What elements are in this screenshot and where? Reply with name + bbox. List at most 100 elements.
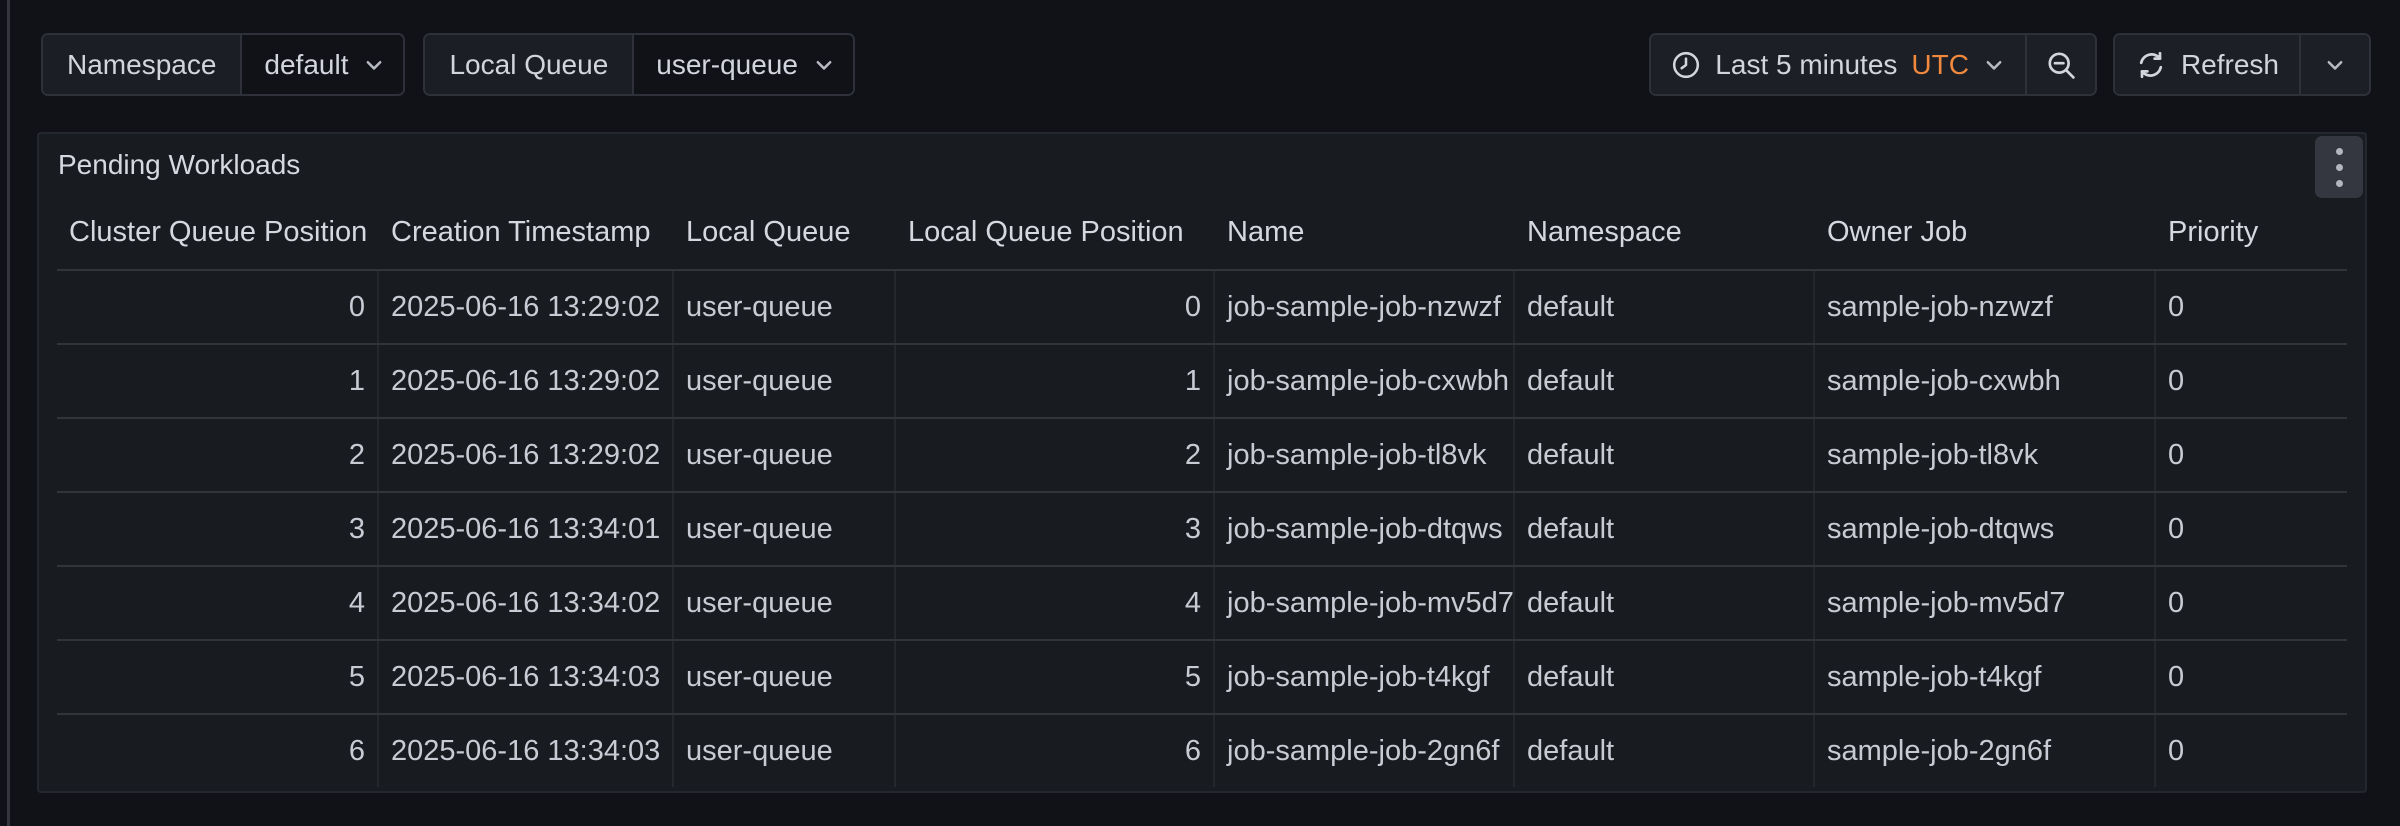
cell-local-queue-position: 0	[896, 271, 1215, 343]
namespace-variable-select[interactable]: default	[240, 35, 403, 94]
cell-namespace: default	[1515, 345, 1815, 417]
cell-local-queue: user-queue	[674, 715, 896, 787]
time-range-label: Last 5 minutes	[1715, 49, 1897, 81]
table-row: 22025-06-16 13:29:02user-queue2job-sampl…	[57, 417, 2347, 491]
cell-local-queue: user-queue	[674, 345, 896, 417]
refresh-group: Refresh	[2113, 33, 2371, 96]
namespace-variable-label-text: Namespace	[67, 49, 216, 81]
cell-cluster-queue-position: 3	[57, 493, 379, 565]
column-header-creation-timestamp[interactable]: Creation Timestamp	[379, 196, 674, 269]
cell-name: job-sample-job-dtqws	[1215, 493, 1515, 565]
cell-local-queue-position: 5	[896, 641, 1215, 713]
localqueue-variable-select[interactable]: user-queue	[632, 35, 853, 94]
cell-priority: 0	[2156, 493, 2347, 565]
column-header-cluster-queue-position[interactable]: Cluster Queue Position	[57, 196, 379, 269]
panel-menu-button[interactable]	[2315, 136, 2363, 198]
cell-local-queue-position: 4	[896, 567, 1215, 639]
refresh-sync-icon	[2135, 49, 2167, 81]
cell-local-queue: user-queue	[674, 271, 896, 343]
cell-namespace: default	[1515, 567, 1815, 639]
pending-workloads-table: Cluster Queue PositionCreation Timestamp…	[57, 196, 2347, 787]
cell-local-queue: user-queue	[674, 419, 896, 491]
kebab-menu-icon	[2336, 148, 2343, 155]
cell-owner-job: sample-job-dtqws	[1815, 493, 2156, 565]
cell-creation-timestamp: 2025-06-16 13:29:02	[379, 419, 674, 491]
cell-priority: 0	[2156, 345, 2347, 417]
cell-name: job-sample-job-tl8vk	[1215, 419, 1515, 491]
cell-owner-job: sample-job-t4kgf	[1815, 641, 2156, 713]
chevron-down-icon	[363, 54, 385, 76]
cell-creation-timestamp: 2025-06-16 13:34:03	[379, 715, 674, 787]
table-body: 02025-06-16 13:29:02user-queue0job-sampl…	[57, 269, 2347, 787]
timezone-label: UTC	[1911, 49, 1969, 81]
table-row: 52025-06-16 13:34:03user-queue5job-sampl…	[57, 639, 2347, 713]
time-picker-group: Last 5 minutes UTC	[1649, 33, 2097, 96]
cell-name: job-sample-job-cxwbh	[1215, 345, 1515, 417]
cell-owner-job: sample-job-tl8vk	[1815, 419, 2156, 491]
column-header-owner-job[interactable]: Owner Job	[1815, 196, 2156, 269]
cell-creation-timestamp: 2025-06-16 13:29:02	[379, 271, 674, 343]
cell-priority: 0	[2156, 715, 2347, 787]
column-header-priority[interactable]: Priority	[2156, 196, 2347, 269]
cell-namespace: default	[1515, 715, 1815, 787]
cell-creation-timestamp: 2025-06-16 13:34:01	[379, 493, 674, 565]
table-header-row: Cluster Queue PositionCreation Timestamp…	[57, 196, 2347, 269]
column-header-namespace[interactable]: Namespace	[1515, 196, 1815, 269]
localqueue-variable: Local Queue user-queue	[423, 33, 854, 96]
table-row: 62025-06-16 13:34:03user-queue6job-sampl…	[57, 713, 2347, 787]
cell-name: job-sample-job-t4kgf	[1215, 641, 1515, 713]
cell-name: job-sample-job-mv5d7	[1215, 567, 1515, 639]
cell-priority: 0	[2156, 641, 2347, 713]
variable-controls: Namespace default Local Queue user-queue	[41, 33, 855, 96]
cell-owner-job: sample-job-nzwzf	[1815, 271, 2156, 343]
refresh-button[interactable]: Refresh	[2115, 35, 2299, 94]
cell-owner-job: sample-job-mv5d7	[1815, 567, 2156, 639]
time-picker-button[interactable]: Last 5 minutes UTC	[1651, 35, 2025, 94]
table-row: 42025-06-16 13:34:02user-queue4job-sampl…	[57, 565, 2347, 639]
cell-local-queue-position: 3	[896, 493, 1215, 565]
chevron-down-icon	[1983, 54, 2005, 76]
cell-cluster-queue-position: 6	[57, 715, 379, 787]
cell-local-queue: user-queue	[674, 567, 896, 639]
clock-icon	[1671, 50, 1701, 80]
localqueue-variable-label: Local Queue	[425, 35, 632, 94]
column-header-name[interactable]: Name	[1215, 196, 1515, 269]
namespace-variable-label: Namespace	[43, 35, 240, 94]
cell-creation-timestamp: 2025-06-16 13:34:02	[379, 567, 674, 639]
cell-namespace: default	[1515, 493, 1815, 565]
column-header-local-queue-position[interactable]: Local Queue Position	[896, 196, 1215, 269]
cell-local-queue: user-queue	[674, 641, 896, 713]
column-header-local-queue[interactable]: Local Queue	[674, 196, 896, 269]
grafana-dashboard: Namespace default Local Queue user-queue	[0, 0, 2400, 826]
time-zoom-out-button[interactable]	[2025, 35, 2095, 94]
kebab-menu-icon	[2336, 180, 2343, 187]
cell-local-queue-position: 6	[896, 715, 1215, 787]
namespace-variable: Namespace default	[41, 33, 405, 96]
cell-namespace: default	[1515, 271, 1815, 343]
cell-cluster-queue-position: 0	[57, 271, 379, 343]
cell-cluster-queue-position: 5	[57, 641, 379, 713]
table-row: 32025-06-16 13:34:01user-queue3job-sampl…	[57, 491, 2347, 565]
time-controls: Last 5 minutes UTC	[1649, 33, 2371, 96]
localqueue-variable-label-text: Local Queue	[449, 49, 608, 81]
cell-priority: 0	[2156, 271, 2347, 343]
table-row: 12025-06-16 13:29:02user-queue1job-sampl…	[57, 343, 2347, 417]
panel-header: Pending Workloads	[39, 134, 2365, 196]
cell-name: job-sample-job-2gn6f	[1215, 715, 1515, 787]
cell-local-queue: user-queue	[674, 493, 896, 565]
chevron-down-icon	[2324, 54, 2346, 76]
cell-owner-job: sample-job-2gn6f	[1815, 715, 2156, 787]
cell-name: job-sample-job-nzwzf	[1215, 271, 1515, 343]
cell-cluster-queue-position: 4	[57, 567, 379, 639]
pending-workloads-panel: Pending Workloads Cluster Queue Position…	[37, 132, 2367, 793]
refresh-interval-dropdown[interactable]	[2299, 35, 2369, 94]
cell-cluster-queue-position: 2	[57, 419, 379, 491]
cell-local-queue-position: 1	[896, 345, 1215, 417]
table-row: 02025-06-16 13:29:02user-queue0job-sampl…	[57, 269, 2347, 343]
refresh-button-label: Refresh	[2181, 49, 2279, 81]
panel-title[interactable]: Pending Workloads	[58, 149, 300, 181]
kebab-menu-icon	[2336, 164, 2343, 171]
cell-namespace: default	[1515, 419, 1815, 491]
namespace-variable-value: default	[264, 49, 348, 81]
cell-cluster-queue-position: 1	[57, 345, 379, 417]
